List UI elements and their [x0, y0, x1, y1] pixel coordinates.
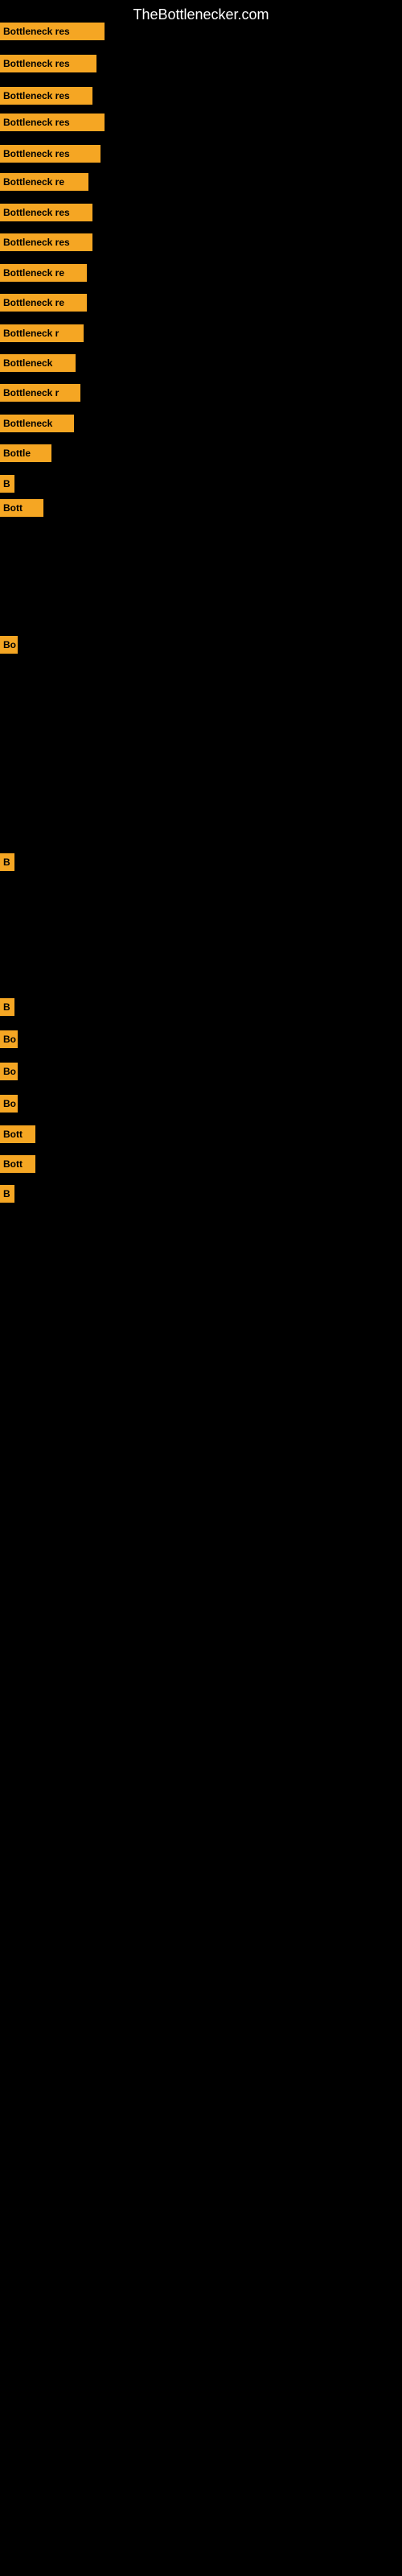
- bottleneck-bar: Bott: [0, 1125, 35, 1143]
- bottleneck-bar: Bott: [0, 499, 43, 517]
- bottleneck-bar: Bottleneck res: [0, 55, 96, 72]
- bottleneck-bar: Bottleneck: [0, 415, 74, 432]
- bottleneck-bar: Bottle: [0, 444, 51, 462]
- bottleneck-bar: Bo: [0, 1095, 18, 1113]
- bottleneck-bar: Bottleneck res: [0, 114, 105, 131]
- bottleneck-bar: Bottleneck re: [0, 294, 87, 312]
- bottleneck-bar: Bott: [0, 1155, 35, 1173]
- bottleneck-bar: B: [0, 475, 14, 493]
- bottleneck-bar: B: [0, 998, 14, 1016]
- bottleneck-bar: Bottleneck res: [0, 145, 100, 163]
- bottleneck-bar: Bo: [0, 636, 18, 654]
- bottleneck-bar: Bottleneck r: [0, 324, 84, 342]
- bottleneck-bar: Bottleneck re: [0, 264, 87, 282]
- bottleneck-bar: Bottleneck: [0, 354, 76, 372]
- bottleneck-bar: Bo: [0, 1030, 18, 1048]
- bottleneck-bar: Bottleneck res: [0, 233, 92, 251]
- bottleneck-bar: Bottleneck res: [0, 23, 105, 40]
- bottleneck-bar: Bottleneck re: [0, 173, 88, 191]
- bottleneck-bar: Bottleneck res: [0, 204, 92, 221]
- bottleneck-bar: Bottleneck res: [0, 87, 92, 105]
- bottleneck-bar: B: [0, 1185, 14, 1203]
- bottleneck-bar: Bottleneck r: [0, 384, 80, 402]
- bottleneck-bar: B: [0, 853, 14, 871]
- bottleneck-bar: Bo: [0, 1063, 18, 1080]
